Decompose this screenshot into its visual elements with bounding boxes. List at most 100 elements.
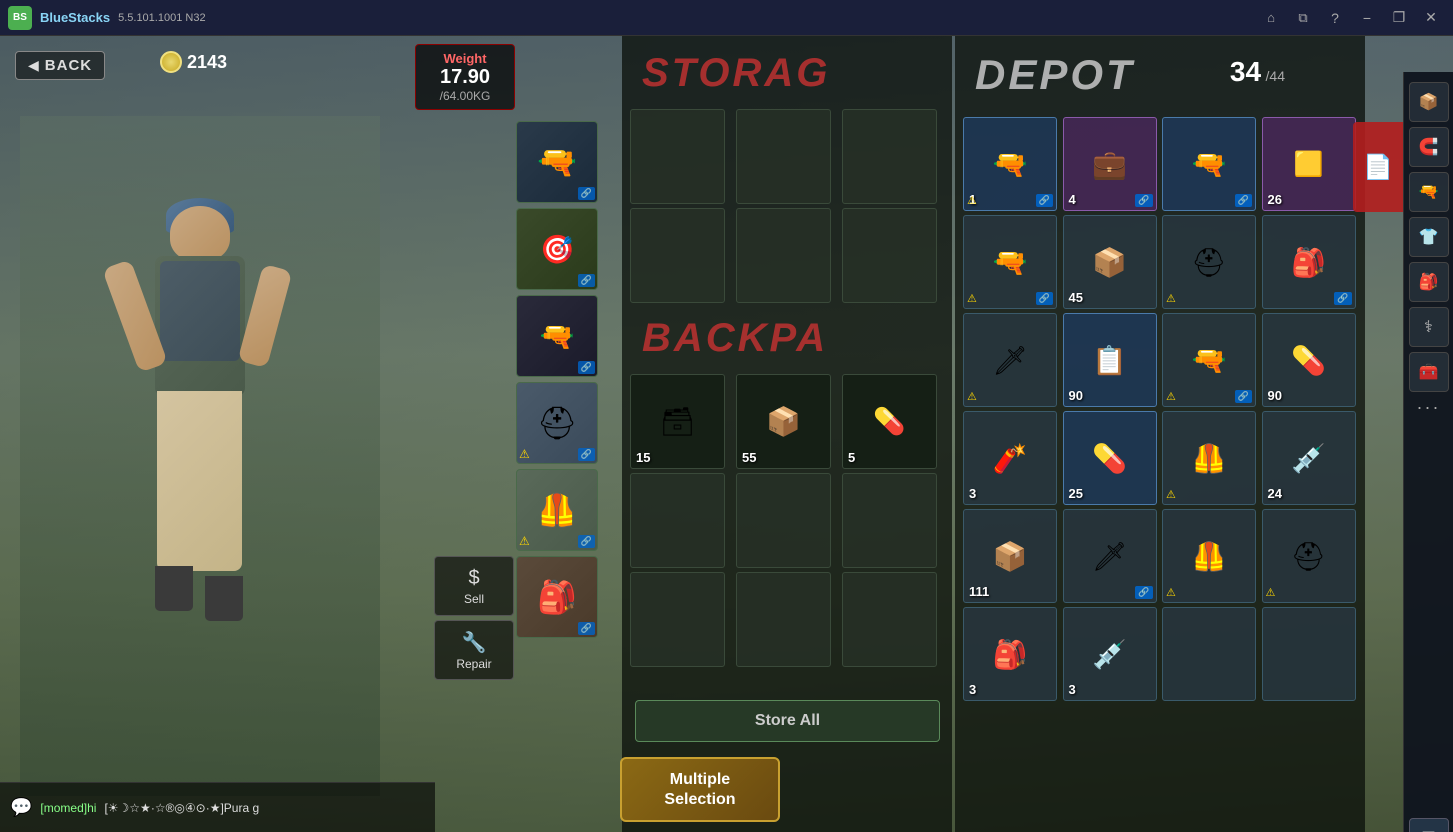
backpack-cell-3[interactable] (630, 473, 725, 568)
weight-max: /64.00KG (428, 89, 502, 103)
depot-cell-10[interactable]: 🔫 ⚠ 🔗 (1162, 313, 1256, 407)
depot-item-grenade: 🧨 (976, 424, 1045, 493)
depot-item-helmet2: ⛑ (1274, 522, 1343, 591)
depot-cell-7[interactable]: 🎒 🔗 (1262, 215, 1356, 309)
depot-item-ammo-box: 📦 (1075, 228, 1144, 297)
equip-slot-helmet[interactable]: ⛑ ⚠ 🔗 (516, 382, 598, 464)
depot-cell-23[interactable] (1262, 607, 1356, 701)
depot-warn-18: ⚠ (1166, 586, 1176, 599)
back-button[interactable]: ◀ BACK (15, 51, 105, 80)
backpack-cell-1[interactable]: 📦 55 (736, 374, 831, 469)
depot-cell-21[interactable]: 💉 3 (1063, 607, 1157, 701)
depot-num-16: 111 (969, 584, 989, 599)
depot-num-13: 25 (1069, 486, 1083, 501)
chat-icon[interactable]: 💬 (10, 797, 32, 818)
depot-cell-5[interactable]: 📦 45 (1063, 215, 1157, 309)
help-button[interactable]: ? (1321, 7, 1349, 29)
depot-item-vest2: 🦺 (1175, 424, 1244, 493)
backpack-cell-4[interactable] (736, 473, 831, 568)
depot-num-15: 24 (1268, 486, 1282, 501)
equip-slot-vest[interactable]: 🦺 ⚠ 🔗 (516, 469, 598, 551)
equipment-slots: 🔫 🔗 🎯 🔗 🔫 🔗 ⛑ ⚠ 🔗 (516, 121, 598, 638)
currency-display: 2143 (160, 51, 227, 73)
close-button[interactable]: ✕ (1417, 7, 1445, 29)
equip-slot-primary[interactable]: 🔫 🔗 (516, 121, 598, 203)
backpack-cell-5[interactable] (842, 473, 937, 568)
depot-active-tab[interactable]: 📄 (1353, 122, 1403, 212)
storage-title: STORAG (622, 36, 952, 101)
home-icon-btn[interactable]: ⌂ (1257, 7, 1285, 29)
depot-cell-13[interactable]: 💊 25 (1063, 411, 1157, 505)
backpack-count-1: 55 (742, 450, 756, 465)
storage-cell-3[interactable] (630, 208, 725, 303)
storage-cell-2[interactable] (842, 109, 937, 204)
storage-cell-5[interactable] (842, 208, 937, 303)
depot-cell-22[interactable] (1162, 607, 1256, 701)
depot-item-meds1: 💊 (1274, 326, 1343, 395)
sidebar-dots: ··· (1417, 397, 1441, 418)
depot-cell-17[interactable]: 🗡 🔗 (1063, 509, 1157, 603)
back-arrow-icon: ◀ (28, 57, 39, 74)
sidebar-btn-6[interactable]: 🧰 (1409, 352, 1449, 392)
equip-slot-secondary[interactable]: 🎯 🔗 (516, 208, 598, 290)
restore-button[interactable]: ❐ (1385, 7, 1413, 29)
depot-item-pack2: 🎒 (976, 620, 1045, 689)
depot-count-display: 34 /44 (1230, 56, 1285, 88)
storage-cell-1[interactable] (736, 109, 831, 204)
depot-item-blade2: 🗡 (1075, 522, 1144, 591)
sidebar-btn-4[interactable]: 🎒 (1409, 262, 1449, 302)
storage-grid (622, 101, 952, 311)
backpack-count-2: 5 (848, 450, 855, 465)
depot-badge-2: 🔗 (1235, 194, 1252, 207)
weight-value: 17.90 (428, 66, 502, 89)
sidebar-btn-2[interactable]: 🔫 (1409, 172, 1449, 212)
sell-button[interactable]: $ Sell (434, 556, 514, 616)
backpack-cell-6[interactable] (630, 572, 725, 667)
storage-cell-4[interactable] (736, 208, 831, 303)
sidebar-btn-0[interactable]: 📦 (1409, 82, 1449, 122)
layers-icon-btn[interactable]: ⧉ (1289, 7, 1317, 29)
soldier-vest (160, 261, 240, 361)
depot-cell-1[interactable]: 💼 4 🔗 (1063, 117, 1157, 211)
chat-message: [☀☽☆★·☆®◎④⊙·★]Pura g (104, 801, 259, 815)
storage-cell-0[interactable] (630, 109, 725, 204)
depot-cell-6[interactable]: ⛑ ⚠ (1162, 215, 1256, 309)
sidebar-list-button[interactable]: ☰ (1409, 818, 1449, 832)
depot-num-12: 3 (969, 486, 976, 501)
depot-item-ammo-pack: 📋 (1075, 326, 1144, 395)
store-all-button[interactable]: Store All (635, 700, 940, 742)
sidebar-btn-5[interactable]: ⚕ (1409, 307, 1449, 347)
backpack-cell-2[interactable]: 💊 5 (842, 374, 937, 469)
depot-cell-11[interactable]: 💊 90 (1262, 313, 1356, 407)
depot-cell-15[interactable]: 💉 24 (1262, 411, 1356, 505)
sidebar-btn-3[interactable]: 👕 (1409, 217, 1449, 257)
backpack-cell-7[interactable] (736, 572, 831, 667)
depot-cell-14[interactable]: 🦺 ⚠ (1162, 411, 1256, 505)
depot-cell-2[interactable]: 🔫 🔗 (1162, 117, 1256, 211)
sidearm-badge: 🔗 (578, 361, 595, 374)
equip-slot-backpack[interactable]: 🎒 🔗 (516, 556, 598, 638)
depot-cell-19[interactable]: ⛑ ⚠ (1262, 509, 1356, 603)
repair-button[interactable]: 🔧 Repair (434, 620, 514, 680)
sidebar-btn-1[interactable]: 🧲 (1409, 127, 1449, 167)
depot-cell-12[interactable]: 🧨 3 (963, 411, 1057, 505)
depot-cell-9[interactable]: 📋 90 (1063, 313, 1157, 407)
depot-cell-20[interactable]: 🎒 3 (963, 607, 1057, 701)
equip-slot-sidearm[interactable]: 🔫 🔗 (516, 295, 598, 377)
depot-cell-16[interactable]: 📦 111 (963, 509, 1057, 603)
depot-cell-0[interactable]: 🔫 1 ⚠ 🔗 (963, 117, 1057, 211)
depot-cell-8[interactable]: 🗡 ⚠ (963, 313, 1057, 407)
multiple-selection-button[interactable]: MultipleSelection (620, 757, 780, 822)
depot-badge-7: 🔗 (1334, 292, 1351, 305)
depot-warn-19: ⚠ (1266, 586, 1276, 599)
backpack-cell-8[interactable] (842, 572, 937, 667)
depot-cell-4[interactable]: 🔫 ⚠ 🔗 (963, 215, 1057, 309)
soldier-boot-left (155, 566, 193, 611)
helmet-badge: 🔗 (578, 448, 595, 461)
depot-cell-18[interactable]: 🦺 ⚠ (1162, 509, 1256, 603)
backpack-cell-0[interactable]: 🗃 15 (630, 374, 725, 469)
chat-player-name: [momed]hi (40, 801, 96, 815)
minimize-button[interactable]: − (1353, 7, 1381, 29)
depot-num-3: 26 (1268, 192, 1282, 207)
depot-cell-3[interactable]: 🟨 26 (1262, 117, 1356, 211)
